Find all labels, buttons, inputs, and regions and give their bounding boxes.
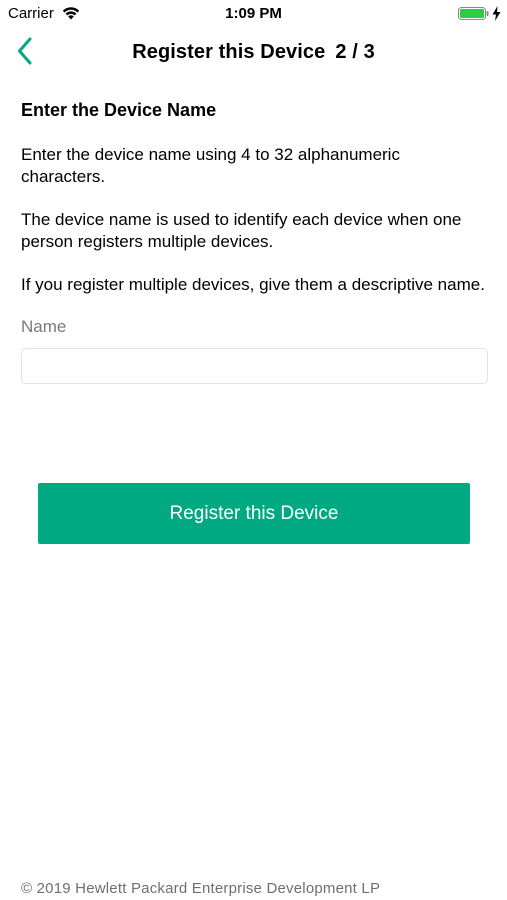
page-title: Register this Device 2 / 3 <box>0 41 507 64</box>
page-title-text: Register this Device <box>132 41 326 63</box>
advice-paragraph: If you register multiple devices, give t… <box>21 275 485 294</box>
instruction-paragraph: Enter the device name using 4 to 32 alph… <box>21 145 400 186</box>
register-device-button[interactable]: Register this Device <box>38 483 470 544</box>
main-content: Enter the Device Name Enter the device n… <box>21 98 488 384</box>
battery-icon <box>458 7 490 20</box>
copyright-footer: © 2019 Hewlett Packard Enterprise Develo… <box>21 880 381 897</box>
navigation-bar: Register this Device 2 / 3 <box>0 28 507 78</box>
status-bar: Carrier 1:09 PM <box>0 0 507 28</box>
device-name-input[interactable] <box>21 348 488 384</box>
bolt-icon <box>492 6 501 21</box>
section-title: Enter the Device Name <box>21 100 217 120</box>
purpose-paragraph: The device name is used to identify each… <box>21 210 462 251</box>
step-indicator: 2 / 3 <box>335 41 375 63</box>
status-time: 1:09 PM <box>225 5 282 22</box>
name-field-label: Name <box>21 317 67 336</box>
